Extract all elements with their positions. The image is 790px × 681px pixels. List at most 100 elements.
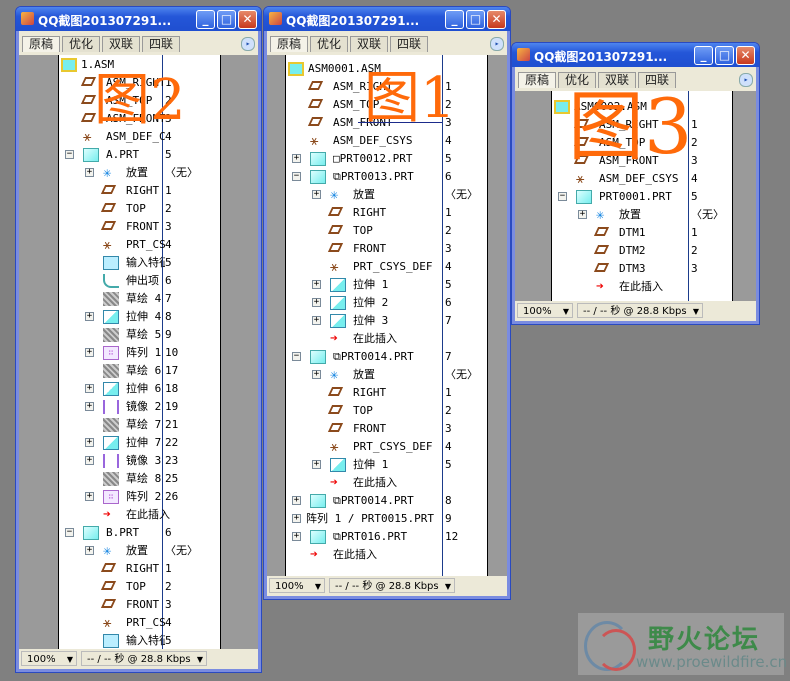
tab-3[interactable]: 四联: [638, 72, 677, 88]
tree-item[interactable]: + □PRT0012.PRT 5: [286, 150, 487, 168]
minimize-button[interactable]: _: [445, 10, 464, 29]
tree-item[interactable]: ⚹ PRT_CSYS_DEF 4: [286, 258, 487, 276]
tree-item[interactable]: FRONT 3: [286, 420, 487, 438]
collapse-icon[interactable]: −: [292, 352, 301, 361]
collapse-icon[interactable]: −: [292, 172, 301, 181]
expand-icon[interactable]: +: [312, 460, 321, 469]
expand-icon[interactable]: +: [312, 280, 321, 289]
rate-dropdown[interactable]: -- / -- 秒 @ 28.8 Kbps ▼: [81, 651, 207, 666]
tab-3[interactable]: 四联: [390, 36, 429, 52]
expand-icon[interactable]: +: [85, 456, 94, 465]
expand-icon[interactable]: +: [85, 438, 94, 447]
tree-item[interactable]: ➔ 在此插入: [286, 546, 487, 564]
expand-icon[interactable]: +: [85, 168, 94, 177]
tree-item[interactable]: + ⧉PRT0014.PRT 8: [286, 492, 487, 510]
expand-icon[interactable]: +: [292, 154, 301, 163]
maximize-button[interactable]: □: [217, 10, 236, 29]
tree-item[interactable]: 伸出项 6: [59, 272, 220, 290]
maximize-button[interactable]: □: [466, 10, 485, 29]
tree-item[interactable]: ⚹ PRT_CSY 4: [59, 614, 220, 632]
tree-item[interactable]: + 阵列 1 / PRT0015.PRT 9: [286, 510, 487, 528]
tree-item[interactable]: ASM0001.ASM: [286, 60, 487, 78]
tree-item[interactable]: ASM_RIGHT 1: [59, 74, 220, 92]
tree-item[interactable]: ASM_TOP 2: [286, 96, 487, 114]
tree-item[interactable]: ⚹ ASM_DEF_CSYS 4: [552, 170, 732, 188]
tree-item[interactable]: + ∷ 阵列 1 10: [59, 344, 220, 362]
tree-item[interactable]: + 镜像 3 23: [59, 452, 220, 470]
tree-item[interactable]: + 拉伸 1 5: [286, 276, 487, 294]
tree-area[interactable]: ASM0001.ASM ASM_RIGHT 1 ASM_TOP 2 ASM_FRONT 3 ⚹…: [267, 55, 507, 576]
tree-item[interactable]: + 拉伸 48: [59, 308, 220, 326]
tree-item[interactable]: − ⧉PRT0013.PRT 6: [286, 168, 487, 186]
tree-item[interactable]: ASM_TOP 2: [552, 134, 732, 152]
expand-icon[interactable]: +: [578, 210, 587, 219]
tree-item[interactable]: − B.PRT 6: [59, 524, 220, 542]
tree-item[interactable]: + ✳ 放置 〈无〉: [286, 366, 487, 384]
zoom-dropdown[interactable]: 100% ▼: [269, 578, 325, 593]
tree-item[interactable]: ➔ 在此插入: [59, 506, 220, 524]
tab-scroll-arrow-icon[interactable]: ▸: [241, 37, 255, 51]
collapse-icon[interactable]: −: [558, 192, 567, 201]
tree-item[interactable]: RIGHT 1: [59, 182, 220, 200]
tree-item[interactable]: 输入特征 5: [59, 632, 220, 649]
expand-icon[interactable]: +: [85, 312, 94, 321]
expand-icon[interactable]: +: [312, 190, 321, 199]
tree-item[interactable]: ASM_FRONT 3: [286, 114, 487, 132]
expand-icon[interactable]: +: [312, 316, 321, 325]
title-bar[interactable]: QQ截图201307291... _ □ ✕: [16, 7, 261, 31]
tree-item[interactable]: 输入特征 5: [59, 254, 220, 272]
zoom-dropdown[interactable]: 100% ▼: [517, 303, 573, 318]
tree-item[interactable]: 草绘 6 17: [59, 362, 220, 380]
tab-0[interactable]: 原稿: [518, 72, 557, 88]
tab-3[interactable]: 四联: [142, 36, 181, 52]
tree-area[interactable]: 1.ASM ASM_RIGHT 1 ASM_TOP 2 ASM_FRONT 3 ⚹ ASM_DE…: [19, 55, 258, 649]
tree-item[interactable]: FRONT 3: [59, 218, 220, 236]
expand-icon[interactable]: +: [312, 370, 321, 379]
tree-item[interactable]: TOP 2: [286, 222, 487, 240]
tree-item[interactable]: + ✳ 放置 〈无〉: [59, 542, 220, 560]
expand-icon[interactable]: +: [292, 496, 301, 505]
expand-icon[interactable]: +: [85, 492, 94, 501]
tree-item[interactable]: DTM3 3: [552, 260, 732, 278]
tab-2[interactable]: 双联: [598, 72, 637, 88]
tab-1[interactable]: 优化: [62, 36, 101, 52]
tree-item[interactable]: ⚹ ASM_DEF_CSYS 4: [286, 132, 487, 150]
tab-1[interactable]: 优化: [558, 72, 597, 88]
expand-icon[interactable]: +: [85, 546, 94, 555]
tab-2[interactable]: 双联: [102, 36, 141, 52]
tab-0[interactable]: 原稿: [22, 36, 61, 52]
collapse-icon[interactable]: −: [65, 528, 74, 537]
tree-item[interactable]: ➔ 在此插入: [286, 330, 487, 348]
tab-2[interactable]: 双联: [350, 36, 389, 52]
tree-item[interactable]: + 拉伸 1 5: [286, 456, 487, 474]
expand-icon[interactable]: +: [85, 402, 94, 411]
tree-item[interactable]: ➔ 在此插入: [552, 278, 732, 296]
tree-item[interactable]: RIGHT 1: [286, 384, 487, 402]
tree-item[interactable]: + 拉伸 2 6: [286, 294, 487, 312]
tree-item[interactable]: ➔ 在此插入: [286, 474, 487, 492]
tab-1[interactable]: 优化: [310, 36, 349, 52]
tree-item[interactable]: ⚹ PRT_CSYS_DEF 4: [286, 438, 487, 456]
close-button[interactable]: ✕: [238, 10, 257, 29]
tree-item[interactable]: + 拉伸 7 22: [59, 434, 220, 452]
tab-scroll-arrow-icon[interactable]: ▸: [739, 73, 753, 87]
tree-item[interactable]: 草绘 7 21: [59, 416, 220, 434]
expand-icon[interactable]: +: [312, 298, 321, 307]
close-button[interactable]: ✕: [736, 46, 755, 65]
title-bar[interactable]: QQ截图201307291... _ □ ✕: [264, 7, 510, 31]
tree-item[interactable]: 草绘 47: [59, 290, 220, 308]
tree-item[interactable]: ASM_FRONT 3: [59, 110, 220, 128]
expand-icon[interactable]: +: [85, 348, 94, 357]
tree-item[interactable]: + ∷ 阵列 2 26: [59, 488, 220, 506]
tree-item[interactable]: 草绘 8 25: [59, 470, 220, 488]
tree-item[interactable]: FRONT 3: [286, 240, 487, 258]
tree-item[interactable]: + ✳ 放置 〈无〉: [286, 186, 487, 204]
tree-item[interactable]: TOP 2: [59, 578, 220, 596]
tree-item[interactable]: ASM_RIGHT 1: [286, 78, 487, 96]
tree-item[interactable]: 1.ASM: [59, 56, 220, 74]
expand-icon[interactable]: +: [85, 384, 94, 393]
tree-item[interactable]: DTM1 1: [552, 224, 732, 242]
tree-item[interactable]: DTM2 2: [552, 242, 732, 260]
tree-item[interactable]: FRONT 3: [59, 596, 220, 614]
tree-item[interactable]: + 拉伸 6 18: [59, 380, 220, 398]
